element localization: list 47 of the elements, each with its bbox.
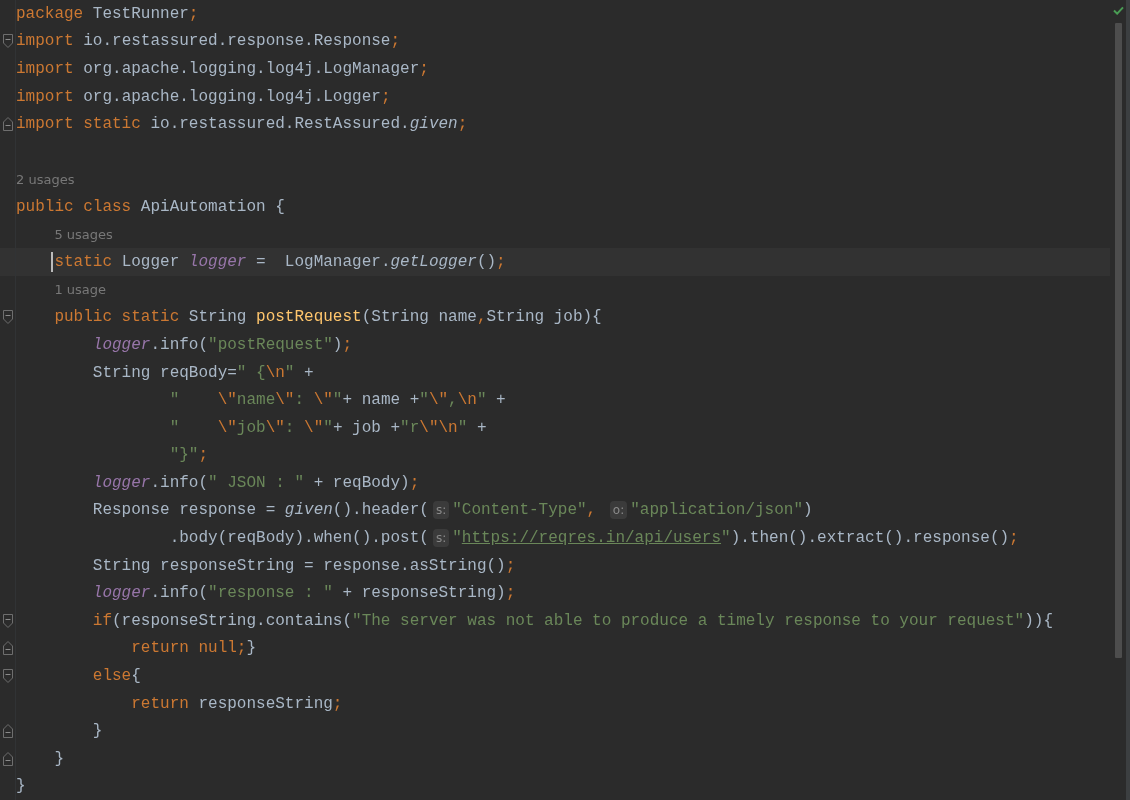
code-text: .body(reqBody).when().post( bbox=[169, 529, 429, 548]
check-icon[interactable] bbox=[1112, 6, 1124, 15]
code-text: return null;} bbox=[131, 639, 257, 658]
code-text: " \"name\": \""+ name +"\",\n" + bbox=[169, 391, 506, 410]
fold-icon[interactable] bbox=[2, 641, 13, 656]
code-text: "application/json") bbox=[630, 501, 813, 520]
code-text: return responseString; bbox=[131, 694, 343, 713]
code-text: " bbox=[452, 529, 462, 548]
code-text: if(responseString.contains("The server was not able to produce a timely response to your request")){ bbox=[92, 611, 1053, 630]
code-text: Response response = given().header( bbox=[92, 501, 429, 520]
code-text: logger.info(" JSON : " + reqBody); bbox=[92, 473, 420, 492]
text-caret bbox=[51, 252, 54, 273]
code-text: import io.restassured.response.Response; bbox=[16, 32, 401, 51]
code-text: static Logger logger = LogManager.getLogger(); bbox=[54, 253, 506, 272]
fold-icon[interactable] bbox=[2, 669, 13, 684]
code-text: " \"job\": \""+ job +"r\"\n" + bbox=[169, 418, 487, 437]
code-text: import org.apache.logging.log4j.Logger; bbox=[16, 87, 391, 106]
code-text: "}"; bbox=[169, 446, 209, 465]
code-text: else{ bbox=[92, 667, 141, 686]
fold-icon[interactable] bbox=[2, 310, 13, 325]
parameter-hint: o: bbox=[609, 501, 628, 520]
code-text: import static io.restassured.RestAssured.given; bbox=[16, 115, 468, 134]
code-text: String reqBody=" {\n" + bbox=[92, 363, 314, 382]
parameter-hint: s: bbox=[432, 529, 450, 548]
fold-icon[interactable] bbox=[2, 751, 13, 766]
code-text: public static String postRequest(String name,String job){ bbox=[54, 308, 602, 327]
code-text: logger.info("postRequest"); bbox=[92, 335, 353, 354]
code-text: logger.info("response : " + responseString); bbox=[92, 584, 516, 603]
code-text: "Content-Type", bbox=[452, 501, 598, 520]
code-text: } bbox=[54, 749, 64, 768]
fold-icon[interactable] bbox=[2, 724, 13, 739]
code-text: ").then().extract().response(); bbox=[721, 529, 1019, 548]
usages-hint[interactable]: 5 usages bbox=[54, 227, 113, 243]
code-text: String responseString = response.asString(); bbox=[92, 556, 516, 575]
code-text: } bbox=[92, 722, 103, 741]
code-text: import org.apache.logging.log4j.LogManager; bbox=[16, 60, 429, 78]
code-text: } bbox=[16, 777, 26, 796]
parameter-hint: s: bbox=[432, 501, 450, 520]
code-text: public class ApiAutomation { bbox=[16, 197, 285, 216]
fold-icon[interactable] bbox=[2, 613, 13, 628]
url-link[interactable]: https://reqres.in/api/users bbox=[461, 529, 722, 548]
scrollbar-thumb[interactable] bbox=[1114, 23, 1122, 658]
fold-icon[interactable] bbox=[2, 34, 13, 49]
fold-icon[interactable] bbox=[2, 117, 13, 132]
usages-hint[interactable]: 1 usage bbox=[54, 282, 107, 298]
code-text: package TestRunner; bbox=[16, 4, 199, 23]
usages-hint[interactable]: 2 usages bbox=[16, 171, 75, 187]
